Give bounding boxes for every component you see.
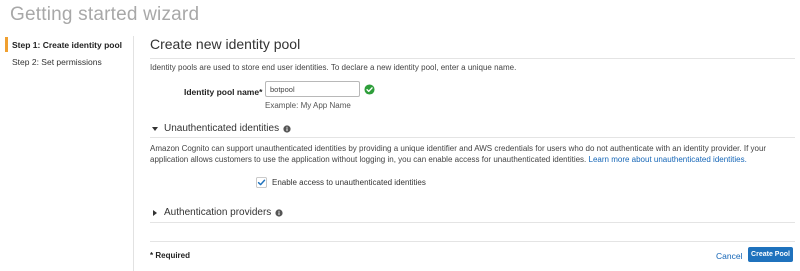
pool-name-example: Example: My App Name: [265, 101, 351, 110]
divider: [150, 222, 795, 223]
unauthenticated-description: Amazon Cognito can support unauthenticat…: [150, 143, 795, 165]
learn-more-link[interactable]: Learn more about unauthenticated identit…: [589, 155, 747, 164]
active-step-indicator: [5, 37, 8, 52]
wizard-title: Getting started wizard: [10, 4, 200, 25]
cancel-button[interactable]: Cancel: [716, 251, 742, 261]
checkbox-checked-icon[interactable]: [256, 177, 267, 188]
step-create-identity-pool[interactable]: Step 1: Create identity pool: [12, 40, 122, 50]
info-icon[interactable]: [275, 208, 283, 217]
check-circle-icon: [364, 84, 375, 95]
section-title: Unauthenticated identities: [164, 123, 280, 134]
authentication-providers-toggle[interactable]: Authentication providers: [150, 207, 283, 218]
pool-name-input[interactable]: [265, 81, 360, 97]
pool-name-label: Identity pool name*: [184, 87, 263, 97]
divider: [150, 241, 795, 242]
enable-unauth-access[interactable]: Enable access to unauthenticated identit…: [256, 177, 426, 188]
divider: [150, 137, 795, 138]
step-set-permissions[interactable]: Step 2: Set permissions: [12, 57, 102, 67]
unauthenticated-identities-toggle[interactable]: Unauthenticated identities: [150, 123, 291, 134]
caret-down-icon: [152, 126, 158, 131]
intro-text: Identity pools are used to store end use…: [150, 63, 517, 72]
page-title: Create new identity pool: [150, 36, 301, 52]
create-pool-button[interactable]: Create Pool: [748, 247, 793, 262]
info-icon[interactable]: [283, 124, 291, 133]
section-title: Authentication providers: [164, 207, 272, 218]
divider: [150, 58, 795, 59]
wizard-steps-sidebar: Step 1: Create identity pool Step 2: Set…: [0, 36, 134, 271]
caret-right-icon: [153, 209, 157, 216]
checkbox-label: Enable access to unauthenticated identit…: [272, 178, 426, 187]
required-note: * Required: [150, 251, 191, 260]
